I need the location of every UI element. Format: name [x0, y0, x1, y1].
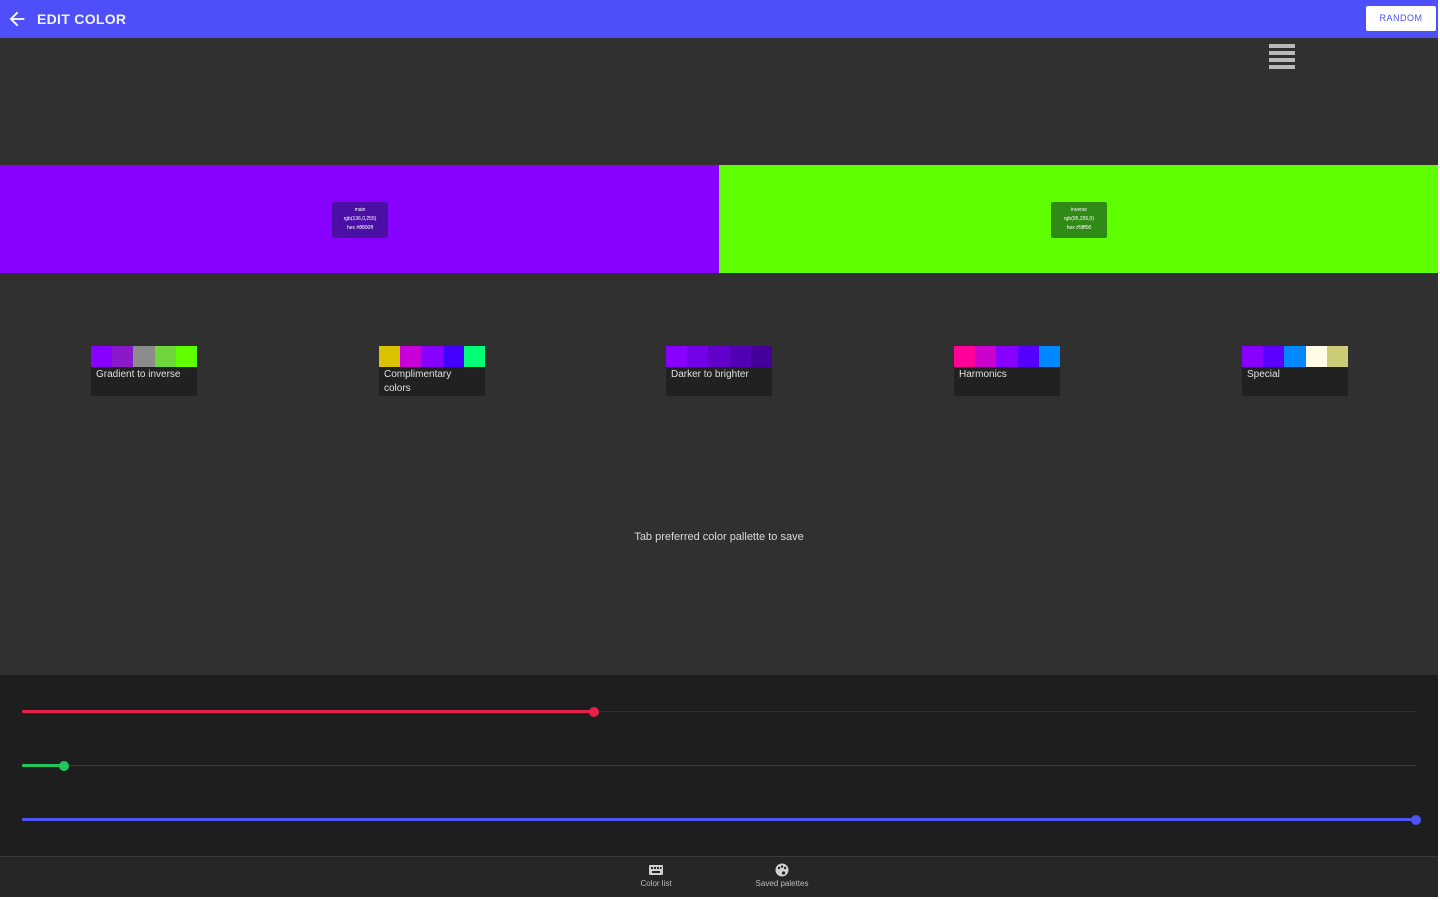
palette-swatch-2: [975, 346, 997, 367]
palette-swatch-4: [1017, 346, 1039, 367]
inverse-color-label: inverse rgb(95,255,0) hex #5fff00: [1051, 202, 1107, 238]
app-bar: EDIT COLOR RANDOM: [0, 0, 1438, 38]
palette-card-complimentary-colors[interactable]: Complimentary colors: [379, 346, 486, 396]
inverse-color-hex: hex #5fff00: [1066, 225, 1092, 231]
inverse-color-swatch[interactable]: inverse rgb(95,255,0) hex #5fff00: [719, 165, 1438, 273]
palette-name: Harmonics: [959, 369, 1007, 380]
palette-card-special[interactable]: Special: [1242, 346, 1349, 396]
palette-card-gradient-to-inverse[interactable]: Gradient to inverse: [91, 346, 198, 396]
arrow-left-icon: [9, 11, 25, 27]
palette-swatch-1: [91, 346, 113, 367]
menu-button[interactable]: [1266, 40, 1298, 74]
palette-color-strip: [91, 346, 198, 367]
blue-slider-thumb[interactable]: [1411, 815, 1421, 825]
palette-swatch-1: [1242, 346, 1264, 367]
palette-name: Darker to brighter: [671, 369, 749, 380]
back-button[interactable]: [6, 8, 28, 30]
palette-swatch-5: [463, 346, 486, 367]
palette-swatch-5: [1038, 346, 1061, 367]
red-slider[interactable]: [22, 704, 1416, 720]
red-slider-thumb[interactable]: [588, 707, 599, 717]
nav-item-color-list[interactable]: Color list: [611, 863, 701, 888]
palette-card-darker-to-brighter[interactable]: Darker to brighter: [666, 346, 773, 396]
palette-card-harmonics[interactable]: Harmonics: [954, 346, 1061, 396]
green-slider-fill: [22, 764, 64, 767]
palette-swatch-5: [750, 346, 773, 367]
main-color-rgb: rgb(136,0,255): [343, 216, 377, 222]
palette-swatch-4: [154, 346, 176, 367]
save-hint-text: Tab preferred color pallette to save: [634, 531, 804, 543]
palette-swatch-3: [133, 346, 155, 367]
green-slider[interactable]: [22, 758, 1416, 774]
nav-label-saved-palettes: Saved palettes: [755, 879, 809, 888]
palette-color-strip: [954, 346, 1061, 367]
green-slider-track: [22, 765, 1416, 766]
palette-swatch-2: [687, 346, 709, 367]
red-slider-fill: [22, 710, 594, 713]
main-color-hex: hex #8800ff: [346, 225, 374, 231]
inverse-color-title: inverse: [1070, 207, 1088, 213]
palette-swatch-1: [954, 346, 976, 367]
palette-swatch-2: [400, 346, 422, 367]
palette-color-strip: [1242, 346, 1349, 367]
keyboard-icon: [649, 865, 663, 875]
blue-slider[interactable]: [22, 812, 1421, 828]
palette-swatch-3: [1284, 346, 1306, 367]
hamburger-menu-icon: [1269, 44, 1295, 69]
inverse-color-rgb: rgb(95,255,0): [1063, 216, 1095, 222]
palette-swatch-2: [112, 346, 134, 367]
blue-slider-fill: [22, 818, 1416, 821]
main-color-title: main: [354, 207, 366, 213]
palette-swatch-1: [379, 346, 401, 367]
rgb-slider-panel: [0, 675, 1438, 856]
main-color-swatch[interactable]: main rgb(136,0,255) hex #8800ff: [0, 165, 719, 273]
palette-name: Special: [1247, 369, 1280, 380]
palette-swatch-5: [1326, 346, 1349, 367]
palette-swatch-4: [729, 346, 751, 367]
random-button[interactable]: RANDOM: [1366, 6, 1436, 31]
nav-item-saved-palettes[interactable]: Saved palettes: [737, 863, 827, 888]
palette-swatch-3: [708, 346, 730, 367]
bottom-navigation: Color list Saved palettes: [0, 856, 1438, 897]
palette-icon: [775, 863, 789, 877]
palette-swatch-3: [421, 346, 443, 367]
palette-name: Gradient to inverse: [96, 369, 181, 380]
palette-swatch-5: [175, 346, 198, 367]
main-color-label: main rgb(136,0,255) hex #8800ff: [332, 202, 388, 238]
page-title: EDIT COLOR: [37, 11, 127, 27]
palette-swatch-3: [996, 346, 1018, 367]
palette-swatch-4: [1305, 346, 1327, 367]
palette-color-strip: [379, 346, 486, 367]
palette-color-strip: [666, 346, 773, 367]
palette-swatch-2: [1263, 346, 1285, 367]
nav-label-color-list: Color list: [640, 879, 672, 888]
palette-swatch-1: [666, 346, 688, 367]
palette-swatch-4: [442, 346, 464, 367]
palette-name: Complimentary colors: [384, 369, 452, 394]
green-slider-thumb[interactable]: [58, 761, 69, 771]
app-root: EDIT COLOR RANDOM main rgb(136,0,255) he…: [0, 0, 1438, 897]
